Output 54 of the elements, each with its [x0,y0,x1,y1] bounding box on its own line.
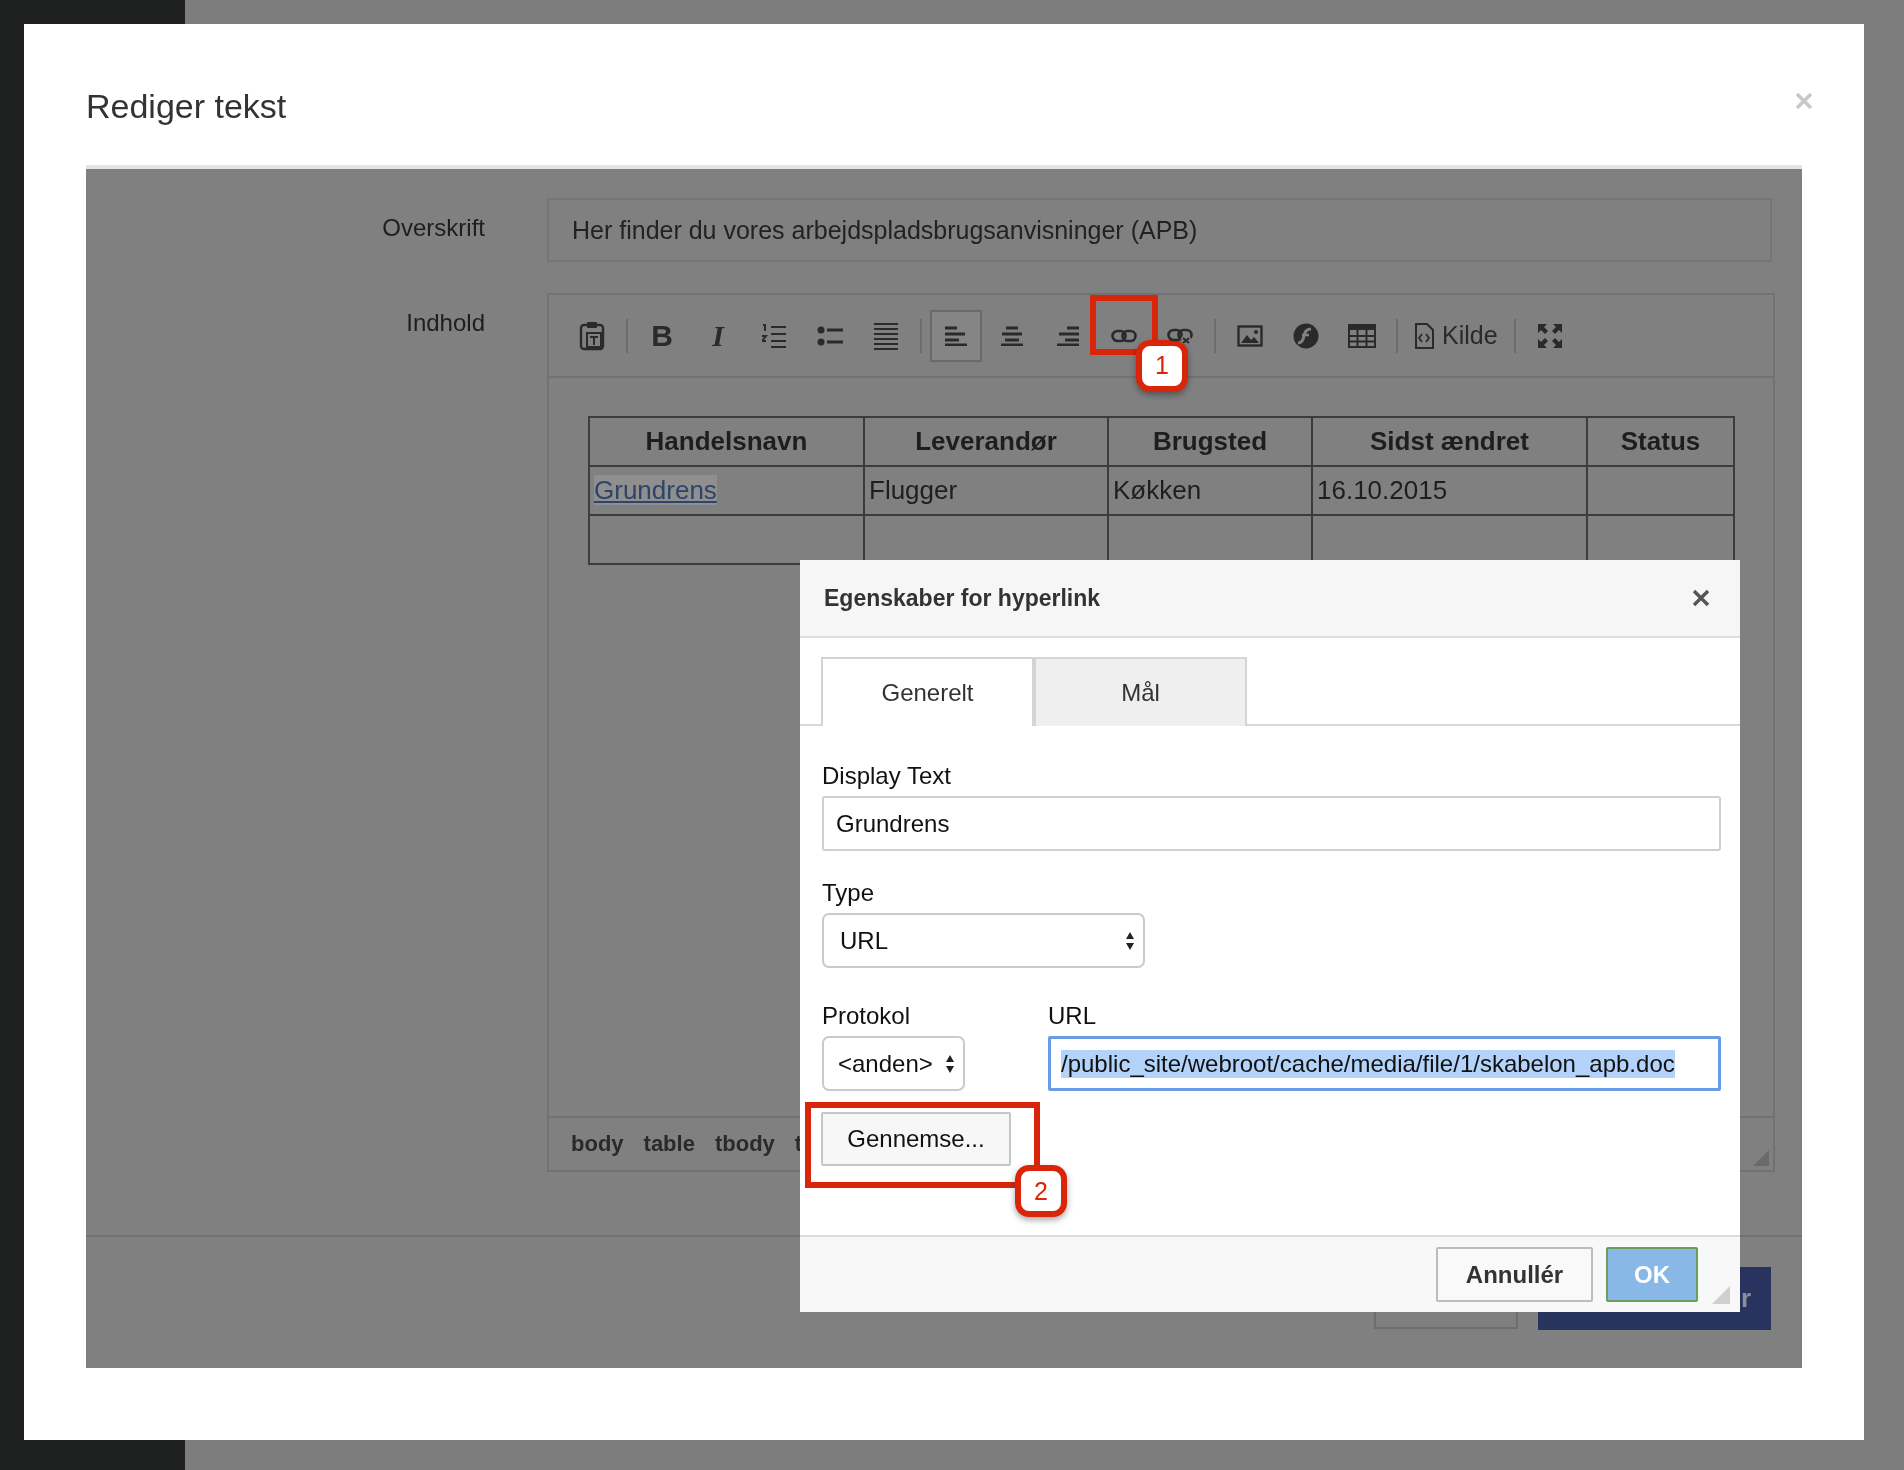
align-left-button[interactable] [930,309,982,362]
source-button[interactable]: Kilde [1406,309,1506,362]
type-select[interactable]: URL [822,913,1145,968]
protocol-select[interactable]: <anden> [822,1036,965,1091]
code-document-icon [1414,322,1434,349]
browse-button[interactable]: Gennemse... [821,1112,1011,1166]
table-cell: 16.10.2015 [1312,466,1587,515]
cancel-button[interactable]: Annullér [1436,1247,1593,1302]
field-label: Protokol [822,1002,912,1030]
maximize-icon [1536,322,1563,349]
table-link[interactable]: Grundrens [594,475,717,505]
dialog-title: Egenskaber for hyperlink [824,584,1101,612]
step-badge: 2 [1015,1165,1067,1217]
image-icon [1237,324,1263,347]
justify-icon [874,321,898,350]
url-input[interactable]: /public_site/webroot/cache/media/file/1/skabelon_apb.doc [1048,1036,1721,1091]
bold-button[interactable]: B [636,309,688,362]
italic-button[interactable]: I [692,309,744,362]
flash-icon [1293,322,1319,349]
field-label: URL [1048,1002,1097,1030]
column-header: Leverandør [864,417,1108,466]
table-cell: Flugger [864,466,1108,515]
modal-title: Rediger tekst [86,87,287,126]
field-label: Type [822,879,875,907]
link-icon [1111,328,1137,343]
align-left-icon [945,325,967,346]
bullet-list-icon [817,324,843,347]
path-crumb[interactable]: body [571,1131,624,1157]
table-icon [1348,323,1376,348]
column-header: Brugsted [1108,417,1312,466]
dialog-tab[interactable]: Mål [1034,657,1247,726]
close-icon[interactable] [1692,589,1710,607]
heading-input[interactable]: Her finder du vores arbejdspladsbrugsanvisninger (APB) [547,198,1772,262]
display-text-input[interactable]: Grundrens [822,796,1721,851]
unlink-icon [1167,327,1193,344]
ok-button[interactable]: OK [1606,1247,1698,1302]
resize-handle-icon[interactable] [1712,1286,1730,1304]
numbered-list-icon [762,322,786,349]
align-right-icon [1057,325,1079,346]
path-crumb[interactable]: tbody [714,1131,775,1157]
path-crumb[interactable]: table [643,1131,695,1157]
field-label: Overskrift [381,213,485,242]
column-header: Status [1587,417,1734,466]
dialog-tab[interactable]: Generelt [821,657,1034,726]
up-down-arrows-icon [945,1053,955,1074]
column-header: Handelsnavn [589,417,864,466]
column-header: Sidst ændret [1312,417,1587,466]
step-badge: 1 [1136,339,1188,392]
table-cell: Køkken [1108,466,1312,515]
clipboard-icon [579,320,605,351]
field-label: Indhold [405,308,485,337]
up-down-arrows-icon [1125,930,1135,951]
align-center-icon [1001,325,1023,346]
field-label: Display Text [822,762,951,790]
